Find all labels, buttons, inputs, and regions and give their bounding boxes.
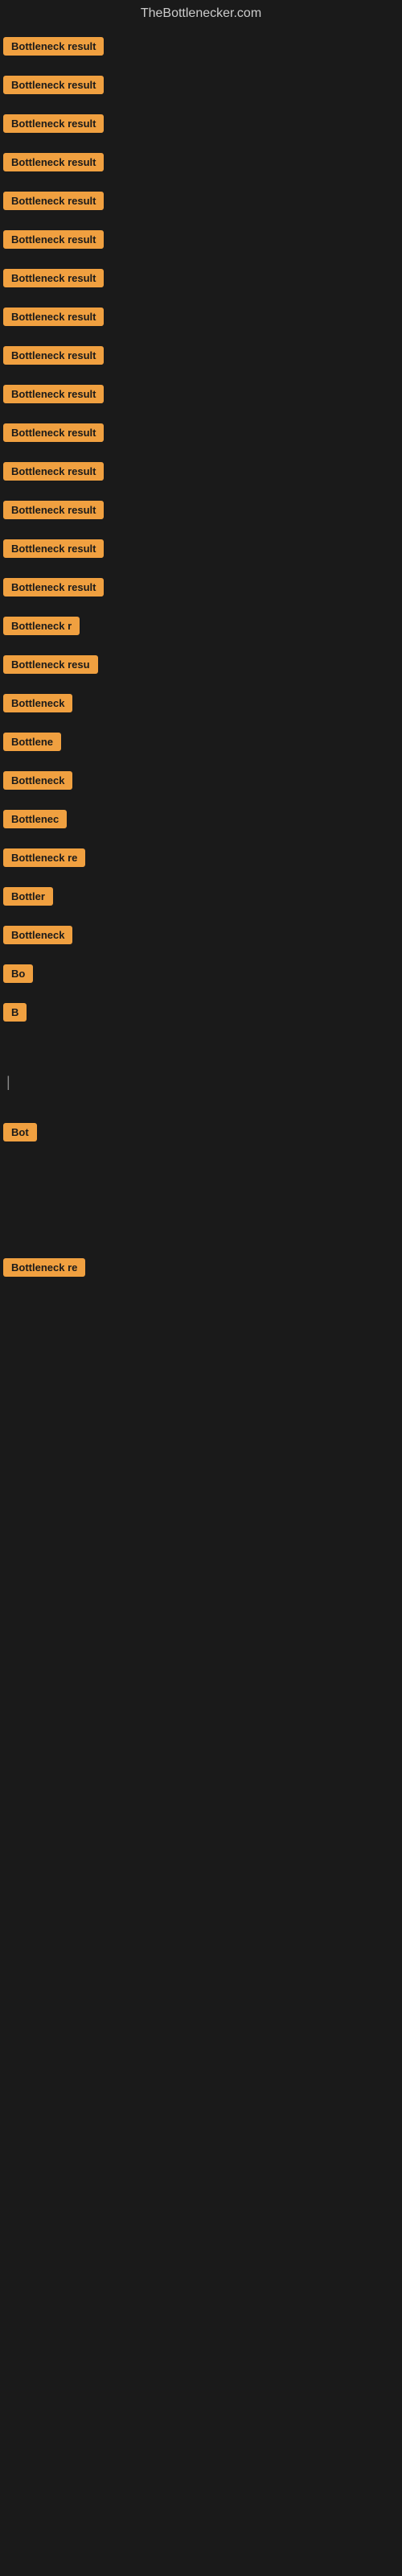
bottleneck-result-button[interactable]: Bottleneck re: [3, 848, 85, 867]
bottleneck-result-button[interactable]: Bottleneck result: [3, 346, 104, 365]
result-row: [3, 1032, 402, 1048]
result-row: [3, 1319, 402, 1335]
bottleneck-result-button[interactable]: Bottleneck result: [3, 578, 104, 597]
result-row: [3, 1168, 402, 1184]
bottleneck-result-button[interactable]: Bottleneck result: [3, 308, 104, 326]
result-row: [3, 1335, 402, 1352]
result-row: [3, 1352, 402, 1368]
result-row: [3, 1287, 402, 1303]
result-row: Bo: [3, 955, 402, 993]
result-row: Bottleneck result: [3, 452, 402, 491]
result-row: [3, 1200, 402, 1216]
result-row: Bottleneck: [3, 684, 402, 723]
bottleneck-result-button[interactable]: Bottleneck result: [3, 539, 104, 558]
result-row: [3, 1232, 402, 1249]
bottleneck-result-button[interactable]: Bottleneck: [3, 694, 72, 712]
result-row: Bottleneck result: [3, 221, 402, 259]
result-row: [3, 1097, 402, 1113]
result-row: Bottleneck result: [3, 375, 402, 414]
bottleneck-result-button[interactable]: Bottlene: [3, 733, 61, 751]
result-row: Bot: [3, 1113, 402, 1152]
result-row: Bottleneck result: [3, 336, 402, 375]
result-row: Bottler: [3, 877, 402, 916]
bottleneck-result-button[interactable]: Bottleneck result: [3, 76, 104, 94]
bottleneck-result-button[interactable]: Bo: [3, 964, 33, 983]
result-row: Bottleneck re: [3, 1249, 402, 1287]
bottleneck-result-button[interactable]: Bottleneck: [3, 926, 72, 944]
bottleneck-result-button[interactable]: Bottleneck result: [3, 153, 104, 171]
result-row: Bottlene: [3, 723, 402, 762]
bottleneck-result-button[interactable]: B: [3, 1003, 27, 1022]
bottleneck-result-button[interactable]: Bottleneck: [3, 771, 72, 790]
result-row: Bottleneck result: [3, 105, 402, 143]
result-row: [3, 1152, 402, 1168]
result-row: Bottleneck result: [3, 66, 402, 105]
result-row: Bottleneck result: [3, 182, 402, 221]
bottleneck-result-button[interactable]: Bottleneck result: [3, 37, 104, 56]
result-row: [3, 1216, 402, 1232]
result-row: [3, 1184, 402, 1200]
result-row: Bottleneck result: [3, 530, 402, 568]
result-row: Bottleneck result: [3, 27, 402, 66]
result-row: [3, 1368, 402, 1384]
result-row: Bottleneck result: [3, 143, 402, 182]
result-row: Bottleneck result: [3, 568, 402, 607]
separator-line: |: [3, 1074, 402, 1091]
result-row: Bottleneck re: [3, 839, 402, 877]
result-row: Bottleneck result: [3, 259, 402, 298]
bottleneck-result-button[interactable]: Bottleneck result: [3, 462, 104, 481]
bottleneck-result-button[interactable]: Bottleneck result: [3, 501, 104, 519]
result-row: Bottleneck result: [3, 491, 402, 530]
bottleneck-result-button[interactable]: Bottleneck result: [3, 423, 104, 442]
result-row: [3, 1303, 402, 1319]
result-row: Bottleneck: [3, 916, 402, 955]
bottleneck-result-button[interactable]: Bottleneck result: [3, 114, 104, 133]
bottleneck-result-button[interactable]: Bottleneck re: [3, 1258, 85, 1277]
result-row: Bottleneck result: [3, 414, 402, 452]
site-title: TheBottlenecker.com: [0, 0, 402, 27]
bottleneck-result-button[interactable]: Bottleneck result: [3, 269, 104, 287]
bottleneck-result-button[interactable]: Bottler: [3, 887, 53, 906]
bottleneck-result-button[interactable]: Bottleneck result: [3, 192, 104, 210]
result-row: |: [3, 1064, 402, 1097]
bottleneck-result-button[interactable]: Bottleneck result: [3, 230, 104, 249]
bottleneck-result-button[interactable]: Bottleneck resu: [3, 655, 98, 674]
bottleneck-result-button[interactable]: Bot: [3, 1123, 37, 1141]
result-row: Bottleneck r: [3, 607, 402, 646]
bottleneck-result-button[interactable]: Bottlenec: [3, 810, 67, 828]
result-row: B: [3, 993, 402, 1032]
result-row: Bottlenec: [3, 800, 402, 839]
bottleneck-result-button[interactable]: Bottleneck r: [3, 617, 80, 635]
result-row: [3, 1048, 402, 1064]
result-row: Bottleneck resu: [3, 646, 402, 684]
result-row: Bottleneck: [3, 762, 402, 800]
bottleneck-result-button[interactable]: Bottleneck result: [3, 385, 104, 403]
result-row: Bottleneck result: [3, 298, 402, 336]
